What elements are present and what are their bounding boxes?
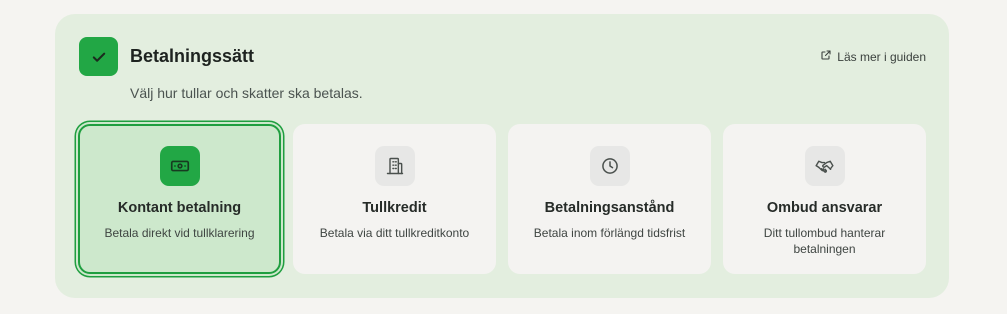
option-description: Betala via ditt tullkreditkonto	[319, 226, 470, 240]
guide-link-label: Läs mer i guiden	[837, 49, 926, 64]
check-icon	[79, 37, 118, 76]
option-title: Tullkredit	[362, 200, 427, 216]
option-description: Betala direkt vid tullklarering	[104, 226, 255, 240]
cash-icon	[159, 146, 200, 186]
building-icon	[374, 146, 415, 186]
handshake-icon	[804, 146, 845, 186]
option-title: Ombud ansvarar	[766, 200, 883, 216]
option-card-ombud-ansvarar[interactable]: Ombud ansvarar Ditt tullombud hanterar b…	[723, 124, 926, 274]
option-title: Kontant betalning	[117, 200, 242, 216]
section-subtitle: Välj hur tullar och skatter ska betalas.	[130, 85, 363, 101]
option-card-kontant-betalning[interactable]: Kontant betalning Betala direkt vid tull…	[78, 124, 281, 274]
option-card-betalningsanstand[interactable]: Betalningsanstånd Betala inom förlängd t…	[508, 124, 711, 274]
section-title: Betalningssätt	[130, 46, 255, 66]
payment-options: Kontant betalning Betala direkt vid tull…	[78, 124, 926, 274]
option-card-tullkredit[interactable]: Tullkredit Betala via ditt tullkreditkon…	[293, 124, 496, 274]
guide-link[interactable]: Läs mer i guiden	[820, 49, 926, 64]
option-description: Ditt tullombud hanterar betalningen	[763, 226, 886, 256]
payment-method-panel: Betalningssätt Välj hur tullar och skatt…	[55, 14, 949, 298]
option-description: Betala inom förlängd tidsfrist	[533, 226, 686, 240]
external-link-icon	[820, 49, 832, 64]
clock-icon	[589, 146, 630, 186]
option-title: Betalningsanstånd	[544, 200, 675, 216]
